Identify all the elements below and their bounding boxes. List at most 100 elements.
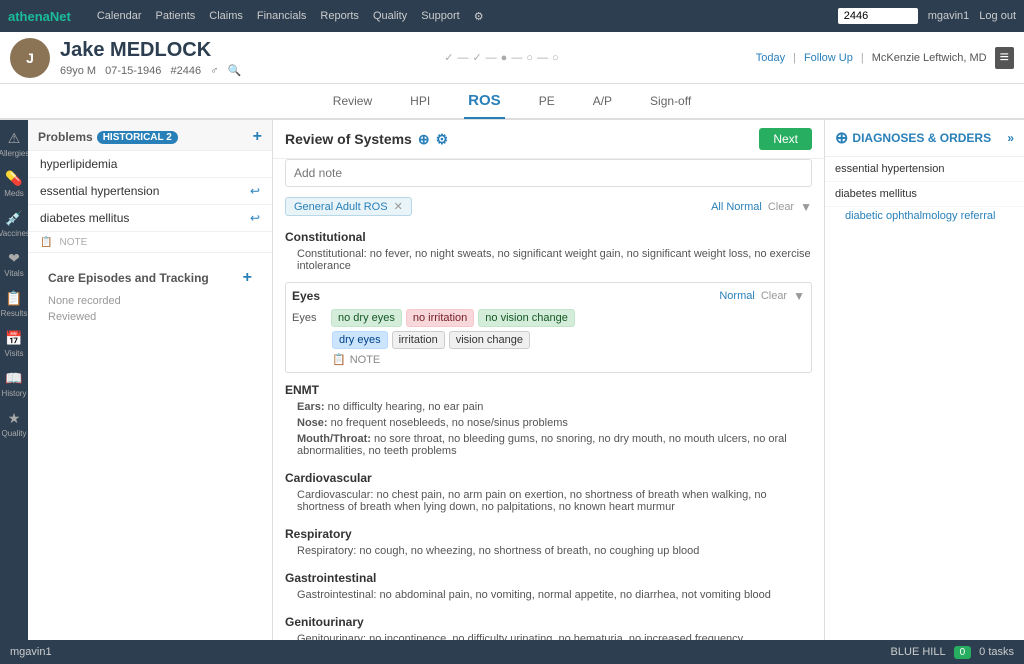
respiratory-name: Respiratory [285, 523, 812, 543]
problem-item-diabetes: diabetes mellitus ↩ [28, 205, 272, 232]
clear-button[interactable]: Clear [768, 201, 794, 213]
sidebar-icon-vaccines[interactable]: 💉 Vaccines [0, 210, 30, 238]
tab-review[interactable]: Review [329, 86, 376, 116]
enmt-nose: Nose: no frequent nosebleeds, no nose/si… [285, 415, 812, 431]
patient-search-input[interactable] [838, 8, 918, 24]
general-adult-tag: General Adult ROS ✕ [285, 191, 412, 222]
nav-calendar[interactable]: Calendar [97, 10, 142, 23]
enmt-ears: Ears: no difficulty hearing, no ear pain [285, 399, 812, 415]
logout-button[interactable]: Log out [979, 10, 1016, 22]
eyes-clear-button[interactable]: Clear [761, 290, 787, 302]
sidebar-icon-quality[interactable]: ★ Quality [2, 410, 27, 438]
expand-icon[interactable]: » [1007, 131, 1014, 145]
top-bar: athenaNet Calendar Patients Claims Finan… [0, 0, 1024, 32]
tab-pe[interactable]: PE [535, 86, 559, 116]
cardio-name: Cardiovascular [285, 467, 812, 487]
problem-arrow-icon[interactable]: ↩ [250, 211, 260, 225]
sidebar-icon-visits[interactable]: 📅 Visits [5, 330, 24, 358]
general-adult-close[interactable]: ✕ [394, 200, 403, 213]
tab-ap[interactable]: A/P [589, 86, 616, 116]
history-icon: 📖 [5, 370, 22, 387]
diagnoses-title: DIAGNOSES & ORDERS [852, 131, 991, 145]
reviewed-label: Reviewed [48, 309, 252, 325]
eyes-tag-irritation[interactable]: irritation [392, 331, 445, 349]
dropdown-icon[interactable]: ▼ [800, 200, 812, 214]
problem-arrow-icon[interactable]: ↩ [250, 184, 260, 198]
note-icon: 📋 [40, 237, 52, 248]
ros-enmt: ENMT Ears: no difficulty hearing, no ear… [285, 379, 812, 459]
all-normal-button[interactable]: All Normal [711, 201, 762, 213]
historical-badge: HISTORICAL 2 [97, 131, 178, 144]
gu-text: Genitourinary: no incontinence, no diffi… [285, 631, 812, 640]
sidebar-icon-results[interactable]: 📋 Results [1, 290, 28, 318]
patient-header: J Jake MEDLOCK 69yo M 07-15-1946 #2446 ♂… [0, 32, 1024, 84]
task-count-badge: 0 [954, 646, 972, 659]
plus-icon[interactable]: ⊕ [835, 128, 848, 148]
nav-quality[interactable]: Quality [373, 10, 407, 23]
eyes-tag-vision-change[interactable]: vision change [449, 331, 530, 349]
progress-dots: ✓—✓—●—○—○ [444, 51, 558, 64]
all-normal-area: All Normal Clear ▼ [711, 200, 812, 214]
eyes-tag-dry-eyes[interactable]: dry eyes [332, 331, 388, 349]
bottom-right: BLUE HILL 0 0 tasks [891, 646, 1014, 659]
patient-id: #2446 [170, 65, 201, 77]
cardio-text: Cardiovascular: no chest pain, no arm pa… [285, 487, 812, 515]
gi-name: Gastrointestinal [285, 567, 812, 587]
category-name: Constitutional [285, 226, 812, 246]
nav-claims[interactable]: Claims [209, 10, 243, 23]
problems-section-header: Problems HISTORICAL 2 + [28, 120, 272, 151]
tab-hpi[interactable]: HPI [406, 86, 434, 116]
nav-settings-icon[interactable]: ⚙ [474, 10, 484, 23]
sidebar-icon-meds[interactable]: 💊 Meds [4, 170, 24, 198]
eyes-actions: Normal Clear ▼ [719, 289, 805, 303]
patient-age: 69yo M [60, 65, 96, 77]
sidebar-icon-history[interactable]: 📖 History [2, 370, 27, 398]
diagnosis-diabetes: diabetes mellitus [825, 182, 1024, 207]
nav-financials[interactable]: Financials [257, 10, 307, 23]
nav-patients[interactable]: Patients [156, 10, 196, 23]
quality-icon: ★ [8, 410, 21, 427]
problem-name: essential hypertension [40, 184, 159, 198]
bottom-location: BLUE HILL [891, 646, 946, 658]
diagnoses-header: ⊕ DIAGNOSES & ORDERS » [825, 120, 1024, 157]
eyes-dropdown-icon[interactable]: ▼ [793, 289, 805, 303]
diagnoses-title-area: ⊕ DIAGNOSES & ORDERS [835, 128, 991, 148]
tab-signoff[interactable]: Sign-off [646, 86, 695, 116]
ros-add-icon[interactable]: ⊕ [418, 131, 430, 148]
ros-settings-icon[interactable]: ⚙ [436, 131, 449, 148]
sidebar-icon-allergies[interactable]: ⚠ Allergies [0, 130, 29, 158]
next-button[interactable]: Next [759, 128, 812, 150]
tab-navigation: Review HPI ROS PE A/P Sign-off [0, 84, 1024, 120]
menu-icon[interactable]: ≡ [995, 47, 1014, 69]
visits-icon: 📅 [5, 330, 22, 347]
eyes-tag-no-dry-eyes[interactable]: no dry eyes [331, 309, 402, 327]
enmt-mouth: Mouth/Throat: no sore throat, no bleedin… [285, 431, 812, 459]
today-link[interactable]: Today [756, 52, 785, 64]
problem-name: diabetes mellitus [40, 211, 129, 225]
add-problem-button[interactable]: + [253, 128, 262, 146]
follow-up-link[interactable]: Follow Up [804, 52, 853, 64]
care-section: Care Episodes and Tracking + None record… [38, 261, 262, 333]
eyes-tag-no-irritation[interactable]: no irritation [406, 309, 474, 327]
center-panel: Review of Systems ⊕ ⚙ Next General Adult… [273, 120, 824, 640]
gi-text: Gastrointestinal: no abdominal pain, no … [285, 587, 812, 603]
eyes-normal-button[interactable]: Normal [719, 290, 754, 302]
eyes-tag-no-vision-change[interactable]: no vision change [478, 309, 575, 327]
search-icon[interactable]: 🔍 [227, 65, 241, 77]
nav-support[interactable]: Support [421, 10, 460, 23]
eyes-tags-row2: dry eyes irritation vision change [292, 331, 805, 349]
ros-header: Review of Systems ⊕ ⚙ Next [273, 120, 824, 159]
add-care-button[interactable]: + [243, 269, 252, 287]
patient-info: J Jake MEDLOCK 69yo M 07-15-1946 #2446 ♂… [10, 38, 247, 78]
topbar-user: mgavin1 [928, 10, 970, 22]
eyes-row1: Eyes no dry eyes no irritation no vision… [292, 309, 805, 327]
add-note-input[interactable] [285, 159, 812, 187]
problem-name: hyperlipidemia [40, 157, 117, 171]
note-item: 📋 NOTE [28, 232, 272, 252]
app-logo: athenaNet [8, 9, 71, 24]
ros-gastrointestinal: Gastrointestinal Gastrointestinal: no ab… [285, 567, 812, 603]
tab-ros[interactable]: ROS [464, 84, 505, 119]
sidebar-icon-vitals[interactable]: ❤ Vitals [4, 250, 23, 278]
ros-genitourinary: Genitourinary Genitourinary: no incontin… [285, 611, 812, 640]
nav-reports[interactable]: Reports [320, 10, 359, 23]
